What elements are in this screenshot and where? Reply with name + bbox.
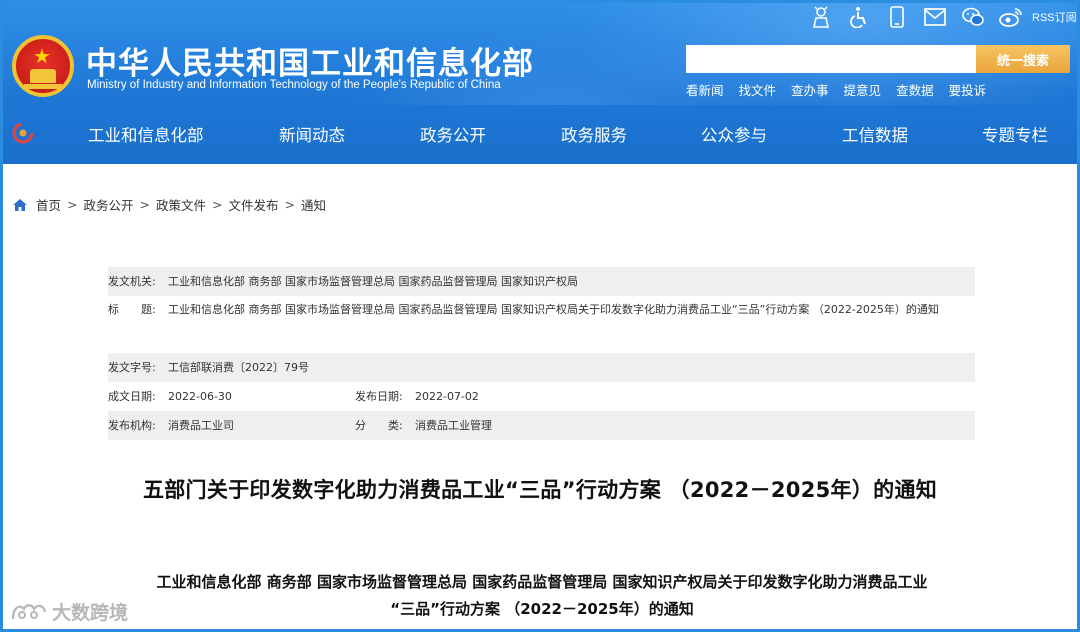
search-input[interactable]	[686, 45, 976, 73]
meta-row-org: 发布机构: 消费品工业司 分 类: 消费品工业管理	[108, 411, 975, 440]
published-date-value: 2022-07-02	[415, 390, 479, 403]
quick-link-data[interactable]: 查数据	[896, 80, 934, 99]
breadcrumb-separator: >	[139, 197, 150, 212]
breadcrumb-gov-affairs[interactable]: 政务公开	[84, 195, 134, 214]
org-label: 发布机构:	[108, 419, 156, 432]
written-date-value: 2022-06-30	[168, 390, 232, 403]
quick-link-feedback[interactable]: 提意见	[844, 80, 882, 99]
org-value: 消费品工业司	[168, 419, 234, 432]
elderly-mode-icon[interactable]	[808, 6, 834, 28]
watermark: 大数跨境	[10, 598, 128, 625]
national-emblem-icon[interactable]: ★	[12, 35, 74, 97]
watermark-text: 大数跨境	[52, 602, 129, 624]
doc-no-label: 发文字号:	[108, 361, 156, 374]
written-date-label: 成文日期:	[108, 390, 156, 403]
title-value: 工业和信息化部 商务部 国家市场监督管理总局 国家药品监督管理局 国家知识产权局…	[168, 303, 939, 316]
breadcrumb-separator: >	[212, 197, 223, 212]
quick-links: 看新闻 找文件 查办事 提意见 查数据 要投诉	[686, 80, 986, 99]
issuer-value: 工业和信息化部 商务部 国家市场监督管理总局 国家药品监督管理局 国家知识产权局	[168, 275, 578, 288]
title-label: 标 题:	[108, 303, 156, 316]
nav-item-participation[interactable]: 公众参与	[701, 122, 767, 146]
breadcrumb-notice[interactable]: 通知	[301, 195, 326, 214]
quick-link-files[interactable]: 找文件	[739, 80, 777, 99]
category-value: 消费品工业管理	[415, 419, 492, 432]
quick-link-services[interactable]: 查办事	[791, 80, 829, 99]
accessibility-icon[interactable]	[846, 6, 872, 28]
breadcrumb-doc-release[interactable]: 文件发布	[229, 195, 279, 214]
nav-item-data[interactable]: 工信数据	[842, 122, 908, 146]
site-header: ★ 中华人民共和国工业和信息化部 Ministry of Industry an…	[0, 0, 1080, 164]
wechat-icon[interactable]	[960, 6, 986, 28]
document-subtitle-line1: 工业和信息化部 商务部 国家市场监督管理总局 国家药品监督管理局 国家知识产权局…	[156, 573, 928, 591]
breadcrumb: 首页 > 政务公开 > 政策文件 > 文件发布 > 通知	[12, 195, 326, 214]
rss-subscribe-link[interactable]: RSS订阅	[1032, 9, 1077, 25]
meta-row-title: 标 题: 工业和信息化部 商务部 国家市场监督管理总局 国家药品监督管理局 国家…	[108, 296, 975, 353]
ministry-logo-icon[interactable]	[12, 122, 34, 144]
mail-icon[interactable]	[922, 6, 948, 28]
quick-link-news[interactable]: 看新闻	[686, 80, 724, 99]
nav-item-topics[interactable]: 专题专栏	[982, 122, 1048, 146]
breadcrumb-separator: >	[67, 197, 78, 212]
site-subtitle-en: Ministry of Industry and Information Tec…	[87, 79, 501, 91]
top-icon-bar: RSS订阅	[808, 6, 1077, 28]
nav-item-government-affairs[interactable]: 政务公开	[420, 122, 486, 146]
category-label: 分 类:	[355, 419, 403, 432]
nav-item-ministry[interactable]: 工业和信息化部	[88, 122, 204, 146]
main-nav: 工业和信息化部 新闻动态 政务公开 政务服务 公众参与 工信数据 专题专栏	[0, 108, 1080, 158]
document-subtitle-line2: “三品”行动方案 （2022－2025年）的通知	[390, 600, 694, 618]
meta-row-doc-no: 发文字号: 工信部联消费〔2022〕79号	[108, 353, 975, 382]
issuer-label: 发文机关:	[108, 275, 156, 288]
nav-item-services[interactable]: 政务服务	[561, 122, 627, 146]
breadcrumb-separator: >	[284, 197, 295, 212]
breadcrumb-home[interactable]: 首页	[36, 195, 61, 214]
doc-no-value: 工信部联消费〔2022〕79号	[168, 361, 309, 374]
breadcrumb-policy-docs[interactable]: 政策文件	[156, 195, 206, 214]
nav-item-news[interactable]: 新闻动态	[279, 122, 345, 146]
search-button[interactable]: 统一搜索	[976, 45, 1070, 73]
watermark-logo-icon	[11, 603, 47, 619]
document-title: 五部门关于印发数字化助力消费品工业“三品”行动方案 （2022－2025年）的通…	[142, 478, 938, 502]
meta-row-issuer: 发文机关: 工业和信息化部 商务部 国家市场监督管理总局 国家药品监督管理局 国…	[108, 267, 975, 296]
quick-link-complaint[interactable]: 要投诉	[949, 80, 987, 99]
site-title[interactable]: 中华人民共和国工业和信息化部	[86, 38, 534, 83]
published-date-label: 发布日期:	[355, 390, 403, 403]
mobile-icon[interactable]	[884, 6, 910, 28]
home-icon[interactable]	[12, 198, 28, 212]
meta-row-dates: 成文日期: 2022-06-30 发布日期: 2022-07-02	[108, 382, 975, 411]
weibo-icon[interactable]	[998, 6, 1024, 28]
